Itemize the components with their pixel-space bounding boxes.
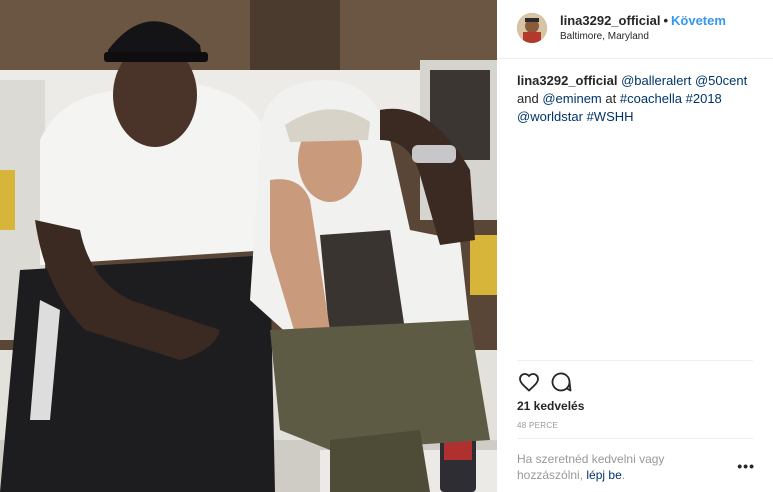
follow-button[interactable]: Követem bbox=[671, 13, 726, 28]
mention-50cent[interactable]: @50cent bbox=[695, 73, 747, 88]
divider bbox=[517, 360, 753, 361]
mention-balleralert[interactable]: @balleralert bbox=[621, 73, 691, 88]
mention-worldstar[interactable]: @worldstar bbox=[517, 109, 583, 124]
hashtag-2018[interactable]: #2018 bbox=[686, 91, 722, 106]
caption-username[interactable]: lina3292_official bbox=[517, 73, 617, 88]
header-user-line: lina3292_official • Követem bbox=[560, 13, 726, 28]
post-header: lina3292_official • Követem Baltimore, Mar… bbox=[497, 0, 773, 59]
comment-icon[interactable] bbox=[549, 370, 573, 394]
separator-dot: • bbox=[663, 13, 669, 28]
hashtag-wshh[interactable]: #WSHH bbox=[587, 109, 634, 124]
post-timestamp[interactable]: 48 PERCE bbox=[517, 421, 558, 430]
caption-text-and: and bbox=[517, 91, 539, 106]
comment-login-prompt: Ha szeretnéd kedvelni vagy hozzászólni, … bbox=[517, 451, 732, 483]
likes-count[interactable]: 21 kedvelés bbox=[517, 399, 584, 413]
heart-icon[interactable] bbox=[517, 370, 541, 394]
username-link[interactable]: lina3292_official bbox=[560, 13, 660, 28]
mention-eminem[interactable]: @eminem bbox=[542, 91, 601, 106]
login-link[interactable]: lépj be bbox=[586, 468, 621, 482]
more-options-icon[interactable]: ••• bbox=[737, 458, 755, 474]
avatar[interactable] bbox=[517, 13, 547, 43]
divider bbox=[517, 438, 753, 439]
comment-prompt-period: . bbox=[621, 468, 626, 482]
post-photo[interactable] bbox=[0, 0, 497, 492]
caption-text-at: at bbox=[605, 91, 617, 106]
post-panel: lina3292_official • Követem Baltimore, Mar… bbox=[497, 0, 773, 492]
hashtag-coachella[interactable]: #coachella bbox=[620, 91, 682, 106]
post-caption: lina3292_official @balleralert @50cent a… bbox=[517, 72, 757, 126]
location-link[interactable]: Baltimore, Maryland bbox=[560, 31, 649, 42]
